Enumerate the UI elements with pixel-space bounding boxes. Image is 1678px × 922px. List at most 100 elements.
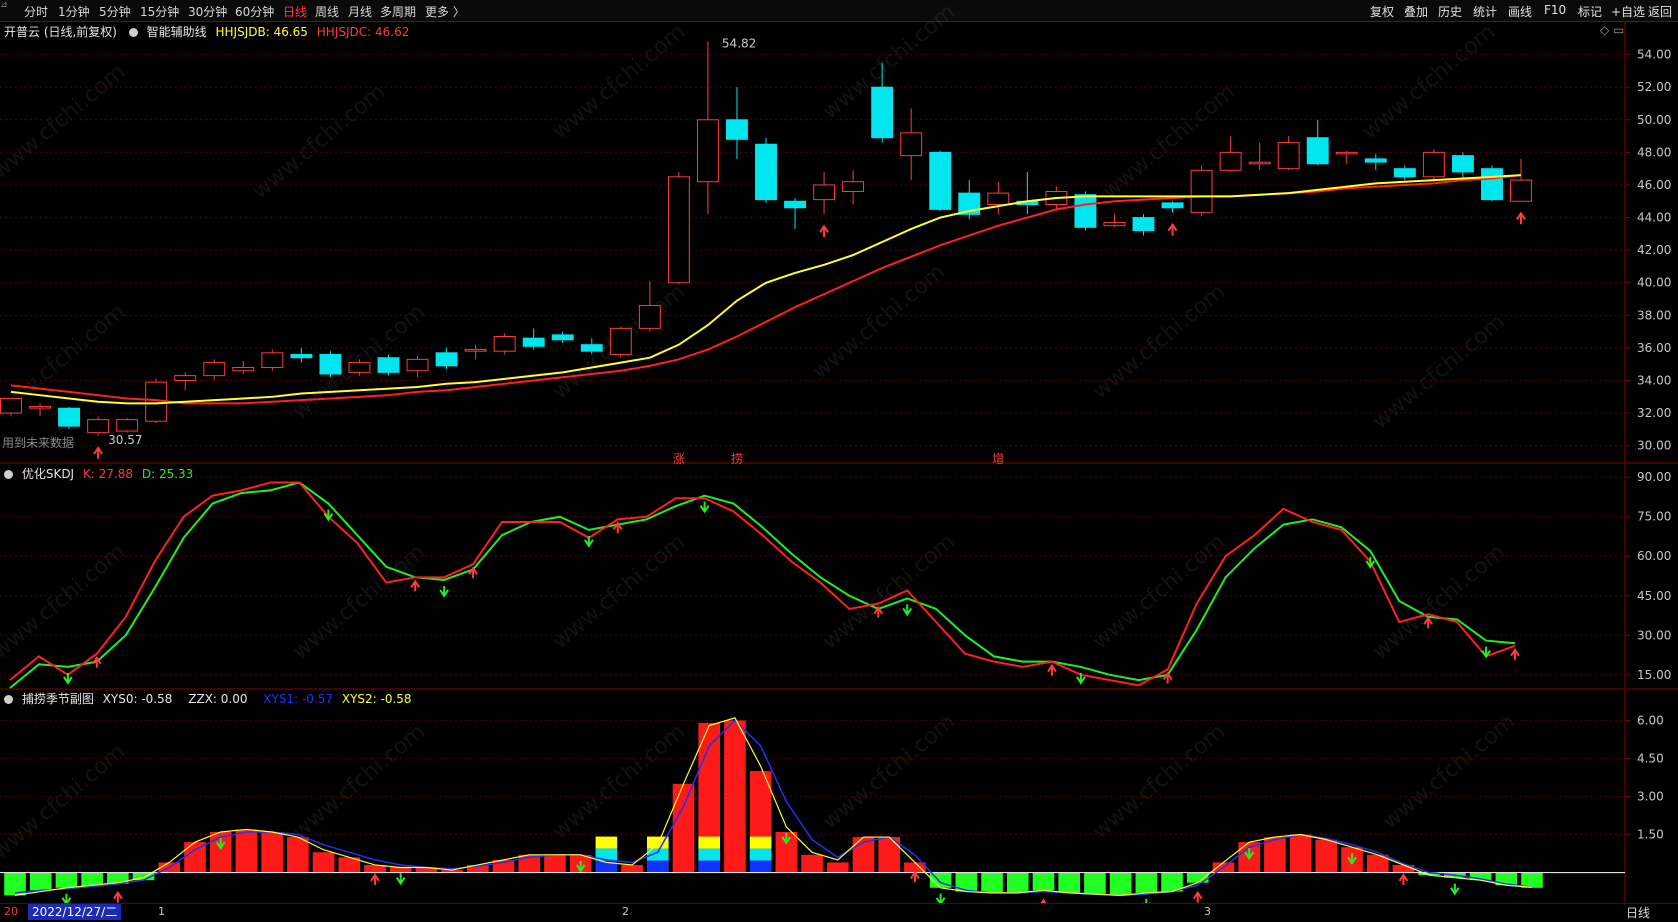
candle-body: [784, 200, 806, 209]
candle-body: [1481, 168, 1503, 201]
kdj-tick-label: 45.00: [1637, 589, 1671, 603]
season-bar: [672, 783, 695, 873]
candle-body: [203, 362, 226, 377]
candle-body: [290, 353, 313, 359]
season-bar: [389, 867, 412, 873]
period-indicator[interactable]: 日线: [1626, 904, 1650, 921]
watermark-text: www.cfchi.com: [0, 59, 130, 184]
month-label-3: 3: [1204, 905, 1211, 918]
kdj-toggle-icon[interactable]: [4, 470, 13, 479]
buy-arrow-icon: [1167, 222, 1178, 236]
candle-body: [842, 181, 865, 192]
buy-arrow-icon: [819, 224, 829, 238]
season-signal-block: [749, 848, 772, 861]
season-bar: [29, 872, 52, 891]
price-tick-label: 54.00: [1637, 48, 1671, 62]
season-bar: [55, 872, 78, 888]
price-tick-label: 48.00: [1637, 145, 1671, 159]
sell-arrow-icon: [439, 585, 449, 598]
buy-arrow-icon: [1192, 890, 1203, 903]
main-legend: 开普云 (日线,前复权) 智能辅助线 HHJSJDB: 46.65 HHJSJD…: [4, 23, 409, 40]
watermark-text: www.cfchi.com: [548, 19, 690, 144]
candle-body: [1306, 137, 1329, 165]
season-bar: [312, 852, 335, 873]
season-bar: [1084, 872, 1106, 895]
price-tick-label: 30.00: [1637, 439, 1671, 453]
season-bar: [826, 862, 849, 873]
candle-body: [900, 132, 923, 157]
cursor-date: 2022/12/27/二: [28, 904, 122, 920]
candle-body: [464, 349, 487, 352]
watermark-text: www.cfchi.com: [1378, 709, 1520, 834]
season-bar: [235, 829, 258, 873]
signal-marker: 涨: [673, 451, 685, 466]
kdj-tick-label: 15.00: [1637, 668, 1671, 682]
season-signal-block: [698, 848, 721, 861]
buy-arrow-icon: [1047, 663, 1057, 676]
season-tick-label: 3.00: [1637, 790, 1664, 804]
watermark-text: www.cfchi.com: [818, 529, 960, 654]
season-toggle-icon[interactable]: [4, 695, 13, 704]
candle-body: [0, 397, 22, 414]
season-tick-label: 6.00: [1637, 713, 1664, 727]
candle-body: [929, 151, 952, 210]
season-bar: [621, 864, 643, 873]
sell-arrow-icon: [902, 604, 913, 617]
kdj-d-value: D: 25.33: [141, 467, 194, 481]
price-tick-label: 46.00: [1637, 178, 1671, 192]
stock-chart[interactable]: www.cfchi.com www.cfchi.com www.cfchi.com w…: [0, 0, 1678, 921]
season-bar: [1186, 872, 1209, 883]
candle-body: [1132, 217, 1155, 232]
sell-arrow-icon: [1450, 883, 1460, 896]
sell-arrow-icon: [395, 873, 406, 886]
kdj-d-line: [9, 481, 1516, 689]
watermark-text: www.cfchi.com: [1088, 529, 1230, 654]
kdj-tick-label: 90.00: [1637, 470, 1671, 484]
watermark-text: www.cfchi.com: [818, 709, 960, 834]
season-signal-block: [749, 836, 772, 849]
buy-arrow-icon: [910, 870, 920, 883]
watermark-text: www.cfchi.com: [248, 79, 390, 204]
candle-body: [1074, 194, 1097, 228]
kdj-tick-label: 60.00: [1637, 549, 1671, 563]
candle-body: [29, 406, 51, 409]
candle-body: [232, 366, 255, 372]
season-signal-block: [749, 860, 772, 873]
candle-body: [696, 119, 719, 183]
candle-body: [1510, 179, 1532, 202]
candle-body: [1364, 158, 1387, 163]
kdj-k-value: K: 27.88: [82, 467, 134, 481]
candle-body: [813, 184, 836, 201]
candle-body: [493, 336, 516, 352]
season-bar: [287, 837, 309, 873]
season-bar: [801, 854, 823, 873]
hhjsjdc-value: HHJSJDC: 46.62: [316, 25, 410, 39]
future-data-note: 用到未来数据: [2, 436, 75, 450]
candle-body: [58, 407, 81, 427]
candle-body: [726, 119, 748, 140]
season-bar: [724, 720, 746, 873]
panel-controls[interactable]: ◇ ▭: [1600, 23, 1624, 37]
buy-arrow-icon: [93, 446, 103, 459]
month-label-2: 2: [622, 905, 629, 918]
candle-body: [1335, 151, 1358, 155]
candle-body: [348, 362, 371, 373]
buy-arrow-icon: [1510, 648, 1520, 660]
price-tick-label: 44.00: [1637, 211, 1671, 225]
price-tick-label: 52.00: [1637, 80, 1671, 94]
candle-body: [435, 352, 458, 367]
candle-body: [609, 327, 632, 355]
season-tick-label: 1.50: [1637, 828, 1664, 842]
candle-body: [1248, 161, 1271, 165]
candle-body: [987, 192, 1010, 206]
season-bar: [1135, 872, 1158, 893]
season-bar: [1032, 872, 1055, 891]
indicator-toggle-icon[interactable]: [128, 28, 138, 37]
status-bar: [0, 903, 1678, 922]
indicator-name: 智能辅助线: [146, 25, 207, 39]
xys0-value: XYS0: -0.58: [102, 692, 173, 706]
candle-body: [261, 352, 284, 368]
watermark-text: www.cfchi.com: [288, 719, 430, 844]
candle-body: [1190, 169, 1213, 214]
buy-arrow-icon: [1398, 873, 1409, 885]
